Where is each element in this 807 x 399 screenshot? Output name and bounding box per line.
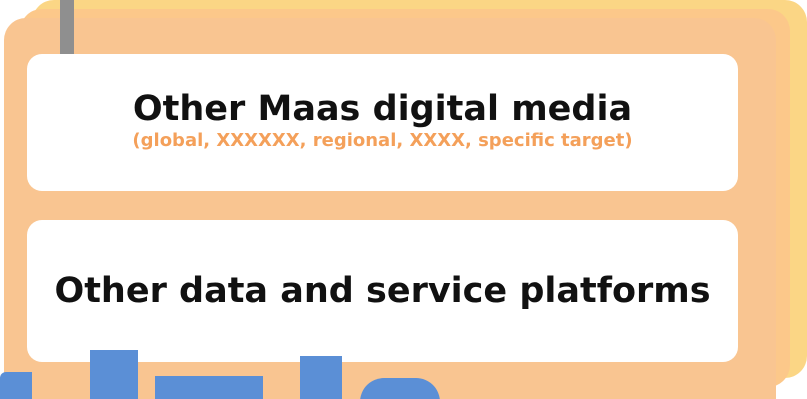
diagram-canvas: Other Maas digital media (global, XXXXXX… [0, 0, 807, 399]
data-platforms-title: Other data and service platforms [54, 271, 711, 311]
cropped-logo-fragment [360, 378, 440, 399]
digital-media-panel: Other Maas digital media (global, XXXXXX… [27, 54, 738, 191]
digital-media-subtitle: (global, XXXXXX, regional, XXXX, specifi… [132, 129, 633, 151]
digital-media-title: Other Maas digital media [132, 88, 633, 129]
cropped-logo-fragment [90, 350, 138, 399]
data-platforms-panel: Other data and service platforms [27, 220, 738, 362]
cropped-logo-fragment [155, 376, 263, 399]
vertical-connector-bar [60, 0, 74, 62]
cropped-logo-fragment [300, 356, 342, 399]
cropped-logo-fragment [0, 372, 32, 399]
